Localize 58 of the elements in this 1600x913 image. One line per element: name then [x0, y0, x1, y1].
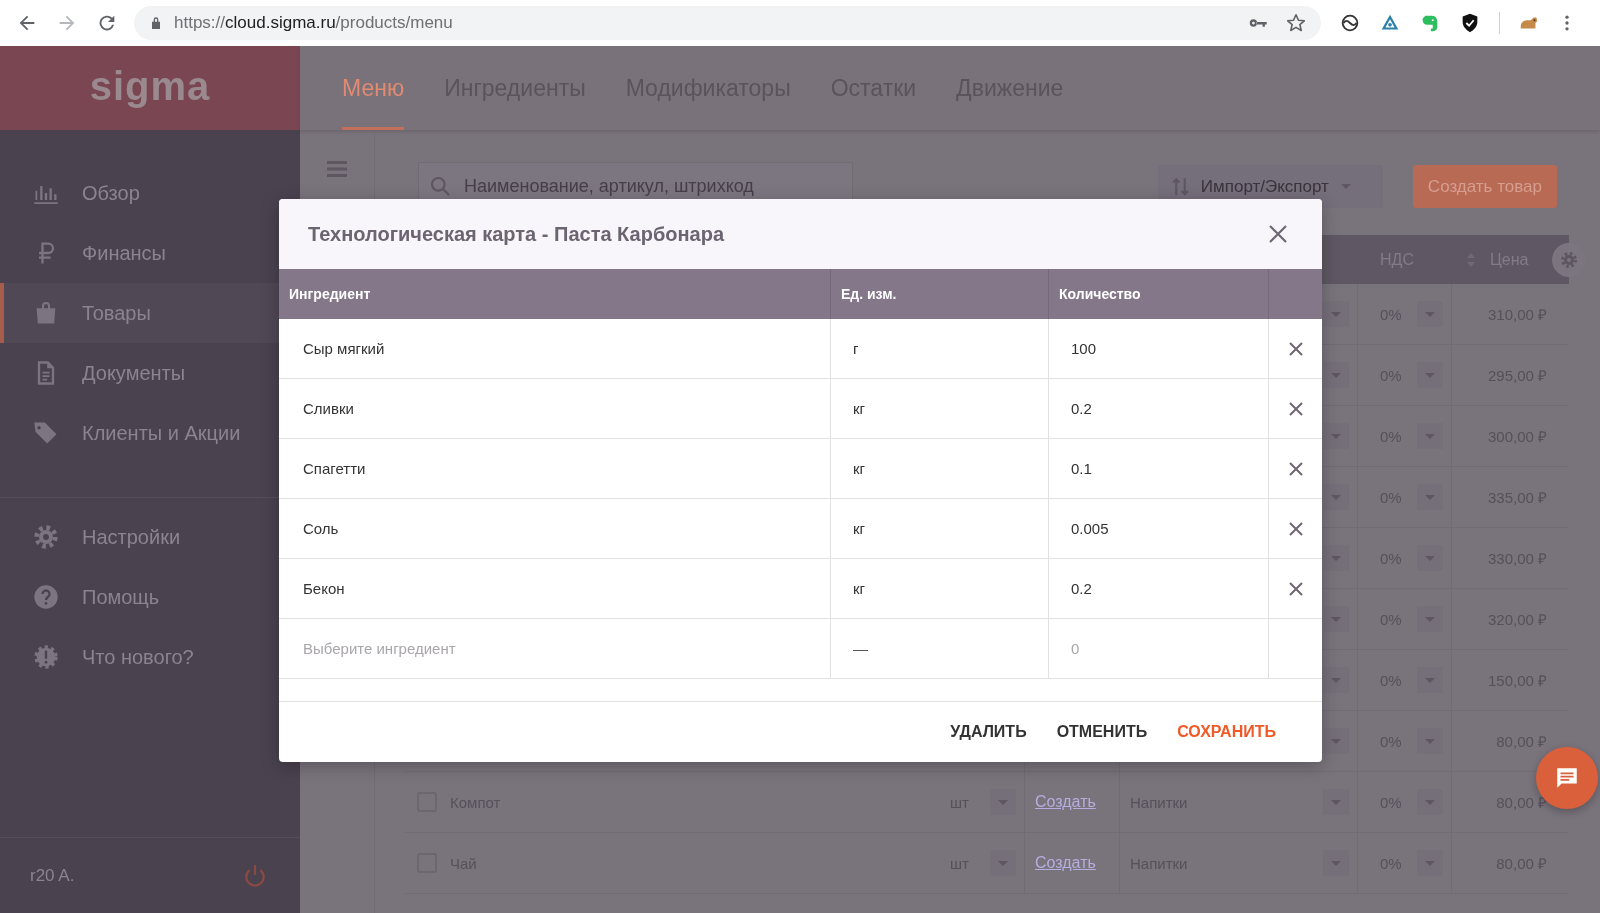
table-cell[interactable]: 0.2 — [1071, 400, 1092, 417]
sidebar-item[interactable]: Товары — [0, 283, 279, 343]
user-name[interactable]: r20 A. — [30, 865, 75, 886]
star-icon[interactable] — [1285, 12, 1307, 34]
create-product-button[interactable]: Создать товар — [1412, 165, 1557, 208]
table-cell: кг — [853, 400, 866, 417]
sort-arrows-icon — [1171, 177, 1189, 196]
remove-icon[interactable] — [1288, 401, 1303, 416]
table-cell: — — [853, 640, 868, 657]
remove-icon[interactable] — [1288, 521, 1303, 536]
sidebar-item[interactable]: Клиенты и Акции — [0, 403, 279, 463]
help-icon — [32, 583, 60, 611]
ingredient-select[interactable]: Выберите ингредиент — [303, 640, 456, 657]
table-cell[interactable]: 0.2 — [1071, 580, 1092, 597]
menu-icon[interactable] — [327, 160, 347, 178]
dialog-button[interactable]: СОХРАНИТЬ — [1165, 717, 1288, 747]
remove-icon[interactable] — [1288, 341, 1303, 356]
table-cell: Бекон — [303, 580, 345, 597]
table-cell: г — [853, 340, 859, 357]
sidebar-item[interactable]: Помощь — [0, 567, 279, 627]
sidebar-item[interactable]: Финансы — [0, 223, 279, 283]
sidebar-item[interactable]: Документы — [0, 343, 279, 403]
column-header: Ингредиент — [289, 286, 371, 302]
table-cell: Сыр мягкий — [303, 340, 385, 357]
table-cell: Спагетти — [303, 460, 366, 477]
remove-icon[interactable] — [1288, 581, 1303, 596]
table-cell: Соль — [303, 520, 339, 537]
table-cell[interactable]: 0.005 — [1071, 520, 1109, 537]
more-menu-icon[interactable] — [1564, 13, 1570, 33]
table-cell[interactable]: 0.1 — [1071, 460, 1092, 477]
sidebar-item[interactable]: Обзор — [0, 163, 279, 223]
column-header: Ед. изм. — [841, 286, 897, 302]
dialog-button[interactable]: УДАЛИТЬ — [938, 717, 1039, 747]
table-cell: кг — [853, 580, 866, 597]
table-cell[interactable]: 100 — [1071, 340, 1097, 357]
create-link[interactable]: Создать — [1035, 854, 1096, 872]
remove-icon[interactable] — [1288, 461, 1303, 476]
column-header: Количество — [1059, 286, 1141, 302]
search-icon — [431, 176, 450, 196]
gear-icon — [32, 523, 60, 551]
create-link[interactable]: Создать — [1035, 793, 1096, 811]
url-text: https://cloud.sigma.ru/products/menu — [174, 13, 454, 33]
logo-text[interactable]: sigma — [89, 63, 211, 109]
table-cell: кг — [853, 520, 866, 537]
sidebar-item[interactable]: Настройки — [0, 507, 279, 567]
sidebar-item[interactable]: Что нового? — [0, 627, 279, 687]
alert-badge-icon — [32, 643, 60, 671]
nav-tab[interactable]: Меню — [342, 46, 405, 130]
address-bar[interactable]: https://cloud.sigma.ru/products/menu — [134, 6, 1321, 40]
dialog-title: Технологическая карта - Паста Карбонара — [308, 222, 724, 246]
table-cell: Сливки — [303, 400, 354, 417]
close-icon[interactable] — [1268, 224, 1288, 244]
table-cell: кг — [853, 460, 866, 477]
power-icon[interactable] — [242, 862, 268, 889]
caret-icon — [1340, 184, 1351, 189]
dialog-button[interactable]: ОТМЕНИТЬ — [1044, 717, 1160, 747]
quantity-field[interactable]: 0 — [1071, 640, 1080, 657]
wave-circle-icon[interactable] — [1339, 12, 1361, 34]
